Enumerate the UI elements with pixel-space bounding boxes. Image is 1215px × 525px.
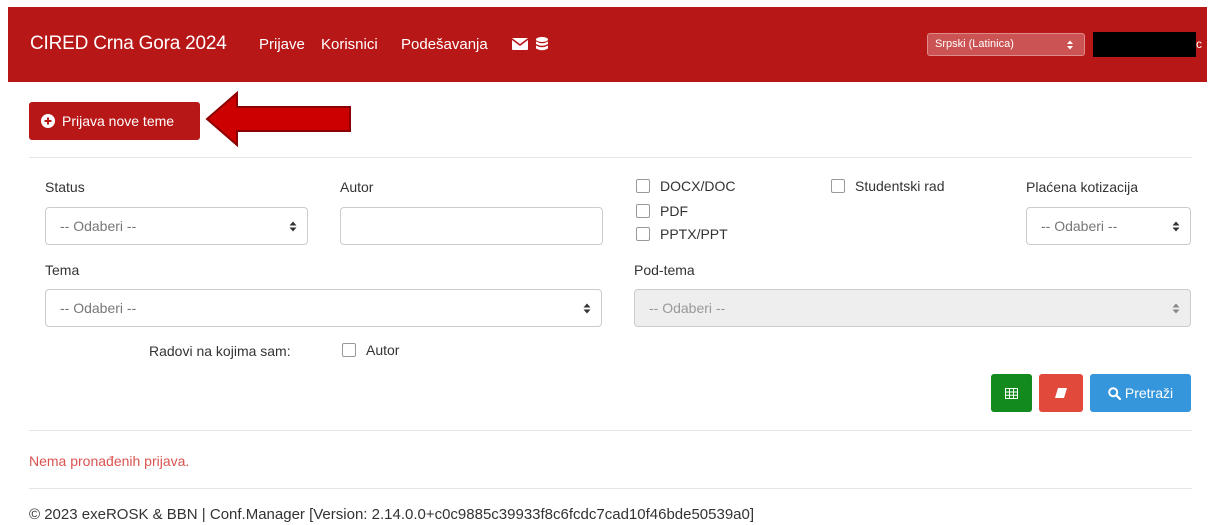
user-menu-redacted[interactable] [1093,32,1196,57]
checkbox-box[interactable] [636,227,650,241]
export-excel-button[interactable] [991,374,1032,412]
author-input[interactable] [340,207,603,245]
table-icon [1005,387,1018,399]
student-work-label: Studentski rad [855,178,945,194]
top-navbar: CIRED Crna Gora 2024 Prijave Korisnici P… [8,7,1207,82]
select-caret-icon [1172,303,1180,314]
subtopic-select[interactable]: -- Odaberi -- [634,289,1191,327]
my-papers-label: Radovi na kojima sam: [149,343,291,359]
pptx-checkbox[interactable]: PPTX/PPT [636,226,728,242]
select-caret-icon [583,303,591,314]
status-label: Status [45,179,85,195]
annotation-arrow-icon [205,91,351,147]
select-caret-icon [1067,40,1073,50]
nav-link-prijave[interactable]: Prijave [259,36,305,53]
checkbox-box[interactable] [636,179,650,193]
clear-filters-button[interactable] [1039,374,1083,412]
divider [29,488,1192,489]
topic-label: Tema [45,262,80,278]
brand-title[interactable]: CIRED Crna Gora 2024 [30,33,227,55]
nav-link-korisnici[interactable]: Korisnici [321,36,378,53]
status-select[interactable]: -- Odaberi -- [45,207,308,245]
topic-select[interactable]: -- Odaberi -- [45,289,602,327]
checkbox-box[interactable] [831,179,845,193]
my-papers-author-checkbox[interactable]: Autor [342,342,399,358]
checkbox-box[interactable] [636,204,650,218]
docx-checkbox-label: DOCX/DOC [660,178,736,194]
docx-checkbox[interactable]: DOCX/DOC [636,178,735,194]
pptx-checkbox-label: PPTX/PPT [660,226,728,242]
subtopic-select-value: -- Odaberi -- [649,300,726,316]
select-caret-icon [289,221,297,232]
checkbox-box[interactable] [342,343,356,357]
fee-paid-select[interactable]: -- Odaberi -- [1026,207,1191,245]
search-button[interactable]: Pretraži [1090,374,1191,412]
fee-paid-label: Plaćena kotizacija [1026,179,1139,195]
nav-link-podesavanja[interactable]: Podešavanja [401,36,488,53]
student-work-checkbox[interactable]: Studentski rad [831,178,945,194]
new-topic-button-label: Prijava nove teme [62,113,175,129]
database-icon[interactable] [536,37,548,51]
search-button-label: Pretraži [1124,385,1174,401]
fee-paid-select-value: -- Odaberi -- [1041,218,1118,234]
language-select[interactable]: Srpski (Latinica) [927,33,1085,56]
divider [29,430,1192,431]
search-icon [1108,386,1121,400]
subtopic-label: Pod-tema [634,262,695,278]
status-select-value: -- Odaberi -- [60,218,137,234]
footer-text: © 2023 exeROSK & BBN | Conf.Manager [Ver… [29,506,755,523]
language-select-value: Srpski (Latinica) [935,38,1014,50]
envelope-icon[interactable] [512,37,528,51]
pdf-checkbox[interactable]: PDF [636,203,688,219]
pdf-checkbox-label: PDF [660,203,688,219]
divider [29,157,1192,158]
select-caret-icon [1172,221,1180,232]
eraser-icon [1055,388,1067,398]
my-papers-author-label: Autor [366,342,400,358]
topic-select-value: -- Odaberi -- [60,300,137,316]
no-results-message: Nema pronađenih prijava. [29,453,190,469]
new-topic-button[interactable]: Prijava nove teme [29,102,200,140]
plus-circle-icon [41,114,55,128]
author-label: Autor [340,179,374,195]
user-menu-tail[interactable]: c [1196,37,1202,51]
